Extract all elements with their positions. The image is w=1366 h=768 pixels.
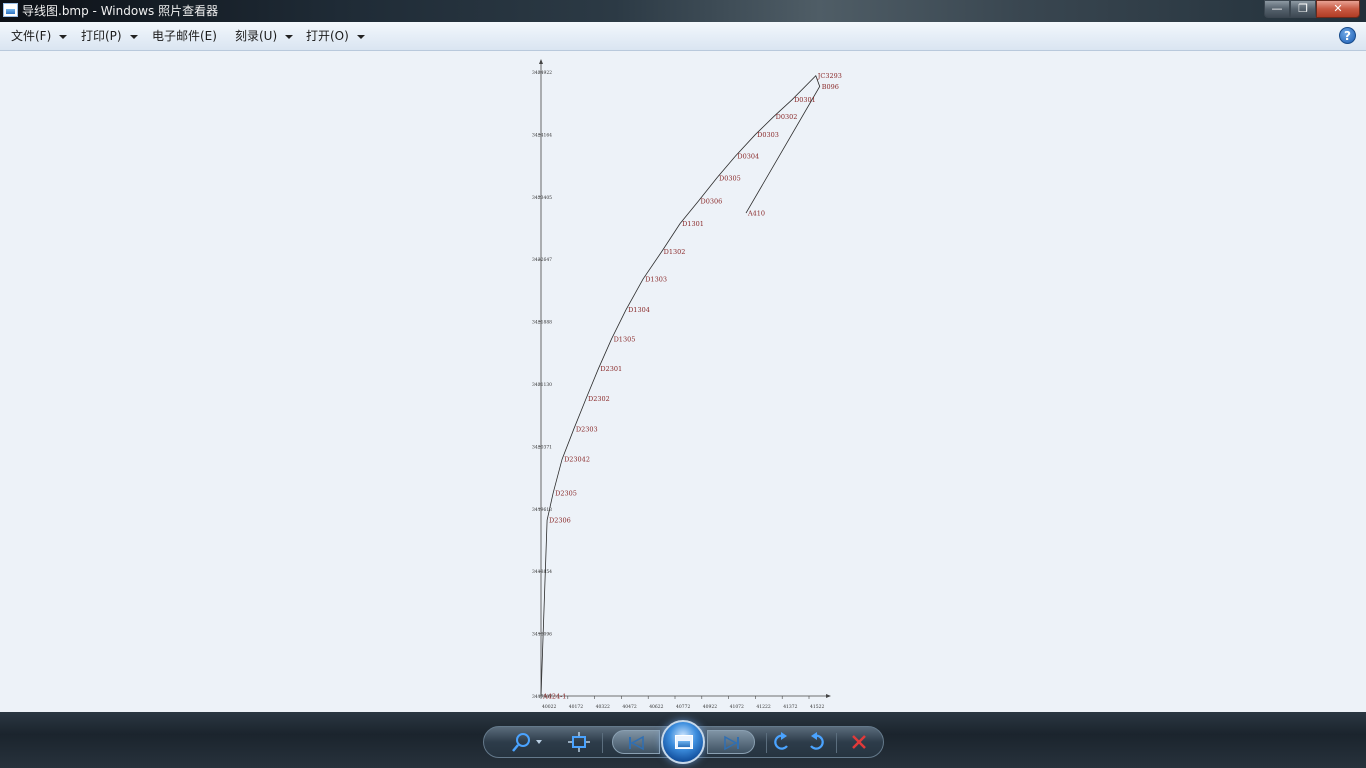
actual-size-icon <box>568 732 590 752</box>
rotate-clockwise-icon <box>810 732 824 750</box>
menu-file[interactable]: 文件(F) <box>11 28 68 45</box>
close-button[interactable]: ✕ <box>1316 0 1360 18</box>
title-bar: 导线图.bmp - Windows 照片查看器 — ❐ ✕ <box>0 0 1366 22</box>
menu-print[interactable]: 打印(P) <box>81 28 138 45</box>
zoom-button[interactable] <box>506 727 546 757</box>
y-tick-label: 3421888 <box>532 320 552 326</box>
menu-open-label: 打开(O) <box>306 29 349 43</box>
help-icon[interactable]: ? <box>1339 27 1356 44</box>
station-label: D2306 <box>549 517 571 525</box>
y-tick-label: 3418854 <box>532 569 552 575</box>
x-tick-label: 41072 <box>730 704 744 710</box>
y-tick-label: 3418096 <box>532 632 552 638</box>
menu-email[interactable]: 电子邮件(E) <box>152 28 217 45</box>
station-label: D0302 <box>776 113 798 121</box>
y-tick-label: 3424922 <box>532 70 552 76</box>
magnifier-icon <box>512 733 542 752</box>
x-tick-label: 40322 <box>596 704 610 710</box>
rotate-clockwise-button[interactable] <box>802 727 830 757</box>
y-axis-arrow <box>539 59 543 64</box>
control-pill <box>483 720 884 764</box>
next-icon <box>724 735 739 751</box>
station-label: D0306 <box>701 197 723 205</box>
x-tick-label: 40472 <box>622 704 636 710</box>
x-tick-label: 40172 <box>569 704 583 710</box>
menu-open[interactable]: 打开(O) <box>306 28 365 45</box>
station-label: B096 <box>822 83 839 91</box>
menu-print-label: 打印(P) <box>81 29 122 43</box>
menu-email-label: 电子邮件(E) <box>152 29 217 43</box>
next-button[interactable] <box>707 730 755 754</box>
previous-icon <box>629 735 644 751</box>
station-label: A424-1 <box>542 693 566 701</box>
x-tick-label: 41372 <box>783 704 797 710</box>
station-label: D1304 <box>628 306 650 314</box>
x-tick-label: 40622 <box>649 704 663 710</box>
y-tick-label: 3424164 <box>532 132 552 138</box>
maximize-button[interactable]: ❐ <box>1290 0 1316 18</box>
y-tick-label: 3423405 <box>532 195 552 201</box>
menu-burn[interactable]: 刻录(U) <box>235 28 294 45</box>
separator <box>766 733 767 753</box>
slideshow-icon <box>675 735 693 749</box>
station-label: D1301 <box>682 220 704 228</box>
x-axis-arrow <box>826 694 831 698</box>
station-label: JC3293 <box>817 72 842 80</box>
station-label: D23042 <box>564 456 590 464</box>
chevron-down-icon <box>356 34 365 39</box>
station-label: D2302 <box>588 395 610 403</box>
x-tick-label: 40022 <box>542 704 556 710</box>
delete-icon <box>852 735 866 749</box>
station-label: D2305 <box>555 490 577 498</box>
actual-size-button[interactable] <box>564 727 594 757</box>
station-label: D1305 <box>614 335 636 343</box>
menu-bar: 文件(F) 打印(P) 电子邮件(E) 刻录(U) 打开(O) ? <box>0 22 1366 51</box>
station-label: D0301 <box>794 96 816 104</box>
rotate-counterclockwise-icon <box>774 732 788 750</box>
separator <box>836 733 837 753</box>
chevron-down-icon <box>59 34 68 39</box>
station-label: D1303 <box>645 275 667 283</box>
x-tick-label: 40922 <box>703 704 717 710</box>
image-view-area: 40022 40172 40322 40472 40622 40772 40922 41072… <box>0 51 1366 712</box>
x-tick-label: 40772 <box>676 704 690 710</box>
window-controls: — ❐ ✕ <box>1264 0 1360 18</box>
slideshow-button[interactable] <box>661 720 705 764</box>
traverse-line <box>540 74 821 697</box>
station-label: A410 <box>747 210 765 218</box>
control-bar <box>0 712 1366 768</box>
rotate-counterclockwise-button[interactable] <box>768 727 796 757</box>
station-label: D0304 <box>737 153 759 161</box>
window-title: 导线图.bmp - Windows 照片查看器 <box>22 4 219 18</box>
menu-burn-label: 刻录(U) <box>235 29 278 43</box>
x-tick-label: 41522 <box>810 704 824 710</box>
chevron-down-icon <box>285 34 294 39</box>
x-tick-label: 41222 <box>756 704 770 710</box>
station-label: D2301 <box>600 365 622 373</box>
station-label: D1302 <box>664 248 686 256</box>
y-tick-label: 3422647 <box>532 257 552 263</box>
chevron-down-icon <box>129 34 138 39</box>
menu-file-label: 文件(F) <box>11 29 52 43</box>
station-label: D0303 <box>757 131 779 139</box>
delete-button[interactable] <box>845 727 873 757</box>
station-label: D2303 <box>576 425 598 433</box>
separator <box>602 733 603 753</box>
traverse-map-image: 40022 40172 40322 40472 40622 40772 40922 41072… <box>532 59 842 710</box>
photo-viewer-app-icon[interactable] <box>3 3 18 17</box>
y-tick-label: 3421130 <box>532 382 552 388</box>
station-label: D0305 <box>719 174 741 182</box>
previous-button[interactable] <box>612 730 660 754</box>
y-tick-label: 3420371 <box>532 444 552 450</box>
minimize-button[interactable]: — <box>1264 0 1290 18</box>
